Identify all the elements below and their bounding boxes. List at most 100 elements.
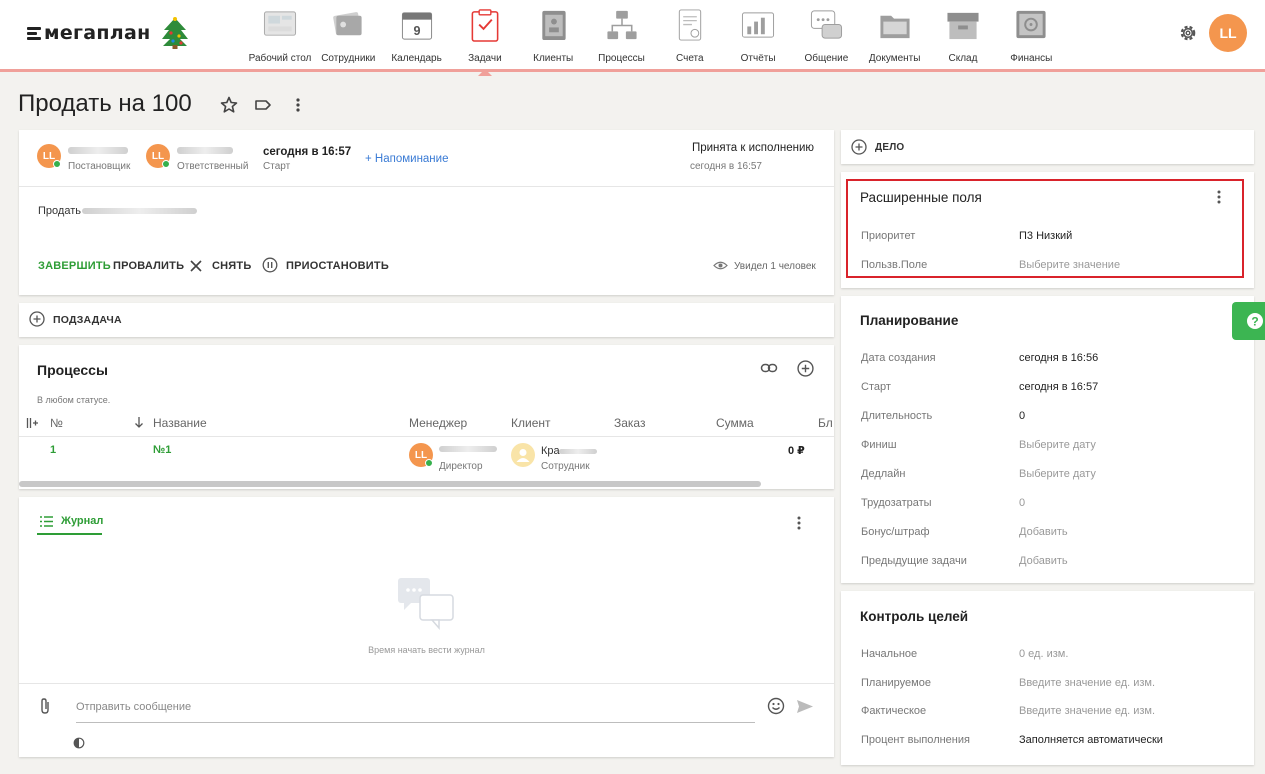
desktop-icon bbox=[263, 11, 297, 36]
horizontal-scrollbar[interactable] bbox=[19, 481, 761, 487]
column-manager[interactable]: Менеджер bbox=[409, 416, 467, 430]
send-icon[interactable] bbox=[796, 699, 814, 714]
add-reminder-link[interactable]: + Напоминание bbox=[365, 153, 448, 165]
task-description-rest bbox=[82, 208, 197, 214]
question-icon: ? bbox=[1247, 313, 1263, 329]
field-value[interactable]: Выберите дату bbox=[1019, 468, 1096, 480]
field-value[interactable]: Введите значение ед. изм. bbox=[1019, 677, 1155, 689]
manager-name[interactable] bbox=[439, 446, 497, 452]
deal-card[interactable]: ДЕЛО bbox=[841, 130, 1254, 164]
journal-tab[interactable]: Журнал bbox=[61, 515, 103, 527]
top-bar: мегаплан Рабочий стол Сотрудники 9 Календар… bbox=[0, 0, 1265, 76]
add-circle-icon[interactable] bbox=[797, 360, 814, 377]
nav-label: Сотрудники bbox=[321, 53, 376, 64]
field-value[interactable]: Выберите дату bbox=[1019, 439, 1096, 451]
start-value[interactable]: сегодня в 16:57 bbox=[263, 146, 351, 158]
user-avatar[interactable]: LL bbox=[1209, 14, 1247, 52]
online-indicator bbox=[53, 160, 61, 168]
journal-card: Журнал Время начать вести журнал Отправи… bbox=[19, 497, 834, 757]
more-vertical-icon[interactable] bbox=[791, 515, 807, 531]
pause-icon[interactable] bbox=[262, 257, 278, 273]
client-avatar[interactable] bbox=[511, 443, 535, 467]
nav-label: Общение bbox=[804, 53, 849, 64]
add-deal-button[interactable]: ДЕЛО bbox=[875, 142, 904, 153]
field-value[interactable]: 0 bbox=[1019, 410, 1025, 422]
help-button[interactable]: ? bbox=[1232, 302, 1265, 340]
add-circle-icon[interactable] bbox=[851, 139, 867, 155]
field-label: Дедлайн bbox=[861, 468, 906, 480]
nav-label: Рабочий стол bbox=[248, 53, 312, 64]
active-nav-indicator bbox=[477, 69, 492, 76]
field-label: Предыдущие задачи bbox=[861, 555, 967, 567]
field-label: Приоритет bbox=[861, 230, 916, 242]
process-number[interactable]: 1 bbox=[50, 444, 56, 456]
start-label: Старт bbox=[263, 161, 291, 172]
planning-title: Планирование bbox=[860, 313, 959, 328]
star-icon[interactable] bbox=[219, 95, 239, 115]
field-value[interactable]: 0 ед. изм. bbox=[1019, 648, 1068, 660]
emoji-icon[interactable] bbox=[767, 697, 785, 715]
extended-fields-card: Расширенные поля Приоритет П3 Низкий Польз… bbox=[841, 172, 1254, 288]
sort-arrow-down-icon[interactable] bbox=[134, 416, 144, 429]
column-truncated[interactable]: Бл bbox=[818, 416, 833, 430]
field-value[interactable]: Добавить bbox=[1019, 526, 1068, 538]
manager-role: Директор bbox=[439, 461, 483, 472]
column-name[interactable]: Название bbox=[153, 416, 207, 430]
column-order[interactable]: Заказ bbox=[614, 416, 645, 430]
column-number[interactable]: № bbox=[50, 416, 63, 430]
client-name-rest bbox=[559, 449, 597, 454]
pause-button[interactable]: ПРИОСТАНОВИТЬ bbox=[286, 260, 389, 272]
add-circle-icon[interactable] bbox=[29, 311, 45, 327]
process-name-link[interactable]: №1 bbox=[153, 444, 171, 456]
link-icon[interactable] bbox=[760, 361, 778, 375]
online-indicator bbox=[425, 459, 433, 467]
nav-label: Финансы bbox=[1010, 53, 1053, 64]
paperclip-icon[interactable] bbox=[39, 697, 51, 715]
warehouse-icon bbox=[947, 12, 979, 40]
seen-count[interactable]: Увидел 1 человек bbox=[734, 261, 816, 272]
divider bbox=[19, 436, 834, 437]
column-client[interactable]: Клиент bbox=[511, 416, 551, 430]
column-sum[interactable]: Сумма bbox=[716, 416, 754, 430]
list-icon bbox=[40, 516, 53, 527]
more-vertical-icon[interactable] bbox=[1211, 189, 1227, 205]
creator-name[interactable] bbox=[68, 147, 128, 154]
field-value[interactable]: сегодня в 16:57 bbox=[1019, 381, 1098, 393]
close-icon[interactable] bbox=[189, 259, 203, 273]
journal-empty-text: Время начать вести журнал bbox=[368, 645, 485, 655]
processes-icon bbox=[606, 10, 637, 40]
nav-label: Клиенты bbox=[533, 53, 574, 64]
fail-button[interactable]: ПРОВАЛИТЬ bbox=[113, 260, 184, 272]
field-value[interactable]: Добавить bbox=[1019, 555, 1068, 567]
finance-icon bbox=[1016, 10, 1046, 39]
tag-icon[interactable] bbox=[253, 95, 273, 115]
processes-filter[interactable]: В любом статусе. bbox=[37, 395, 110, 405]
gear-icon[interactable] bbox=[1178, 23, 1198, 43]
svg-text:9: 9 bbox=[413, 24, 420, 38]
field-value[interactable]: 0 bbox=[1019, 497, 1025, 509]
complete-button[interactable]: ЗАВЕРШИТЬ bbox=[38, 260, 111, 272]
goals-card: Контроль целей Начальное 0 ед. изм. Планир… bbox=[841, 591, 1254, 765]
columns-settings-icon[interactable] bbox=[26, 417, 39, 429]
megaplan-logo[interactable]: мегаплан bbox=[27, 22, 151, 44]
cancel-task-button[interactable]: СНЯТЬ bbox=[212, 260, 251, 272]
add-subtask-button[interactable]: ПОДЗАДАЧА bbox=[53, 314, 122, 326]
subtask-card[interactable]: ПОДЗАДАЧА bbox=[19, 303, 834, 337]
field-value[interactable]: Введите значение ед. изм. bbox=[1019, 705, 1155, 717]
task-status[interactable]: Принята к исполнению bbox=[692, 142, 814, 154]
field-value[interactable]: сегодня в 16:56 bbox=[1019, 352, 1098, 364]
more-vertical-icon[interactable] bbox=[288, 95, 308, 115]
creator-role: Постановщик bbox=[68, 161, 131, 172]
client-name[interactable]: Кра bbox=[541, 445, 560, 457]
field-label: Планируемое bbox=[861, 676, 931, 689]
theme-toggle-icon[interactable] bbox=[73, 737, 85, 749]
field-value[interactable]: П3 Низкий bbox=[1019, 230, 1072, 242]
field-value[interactable]: Выберите значение bbox=[1019, 259, 1120, 271]
divider bbox=[19, 186, 834, 187]
field-label: Бонус/штраф bbox=[861, 526, 930, 538]
message-input[interactable]: Отправить сообщение bbox=[76, 695, 755, 723]
nav-finance[interactable]: Финансы bbox=[986, 4, 1076, 72]
responsible-name[interactable] bbox=[177, 147, 233, 154]
active-tab-underline bbox=[37, 533, 102, 535]
field-value[interactable]: Заполняется автоматически bbox=[1019, 734, 1163, 746]
